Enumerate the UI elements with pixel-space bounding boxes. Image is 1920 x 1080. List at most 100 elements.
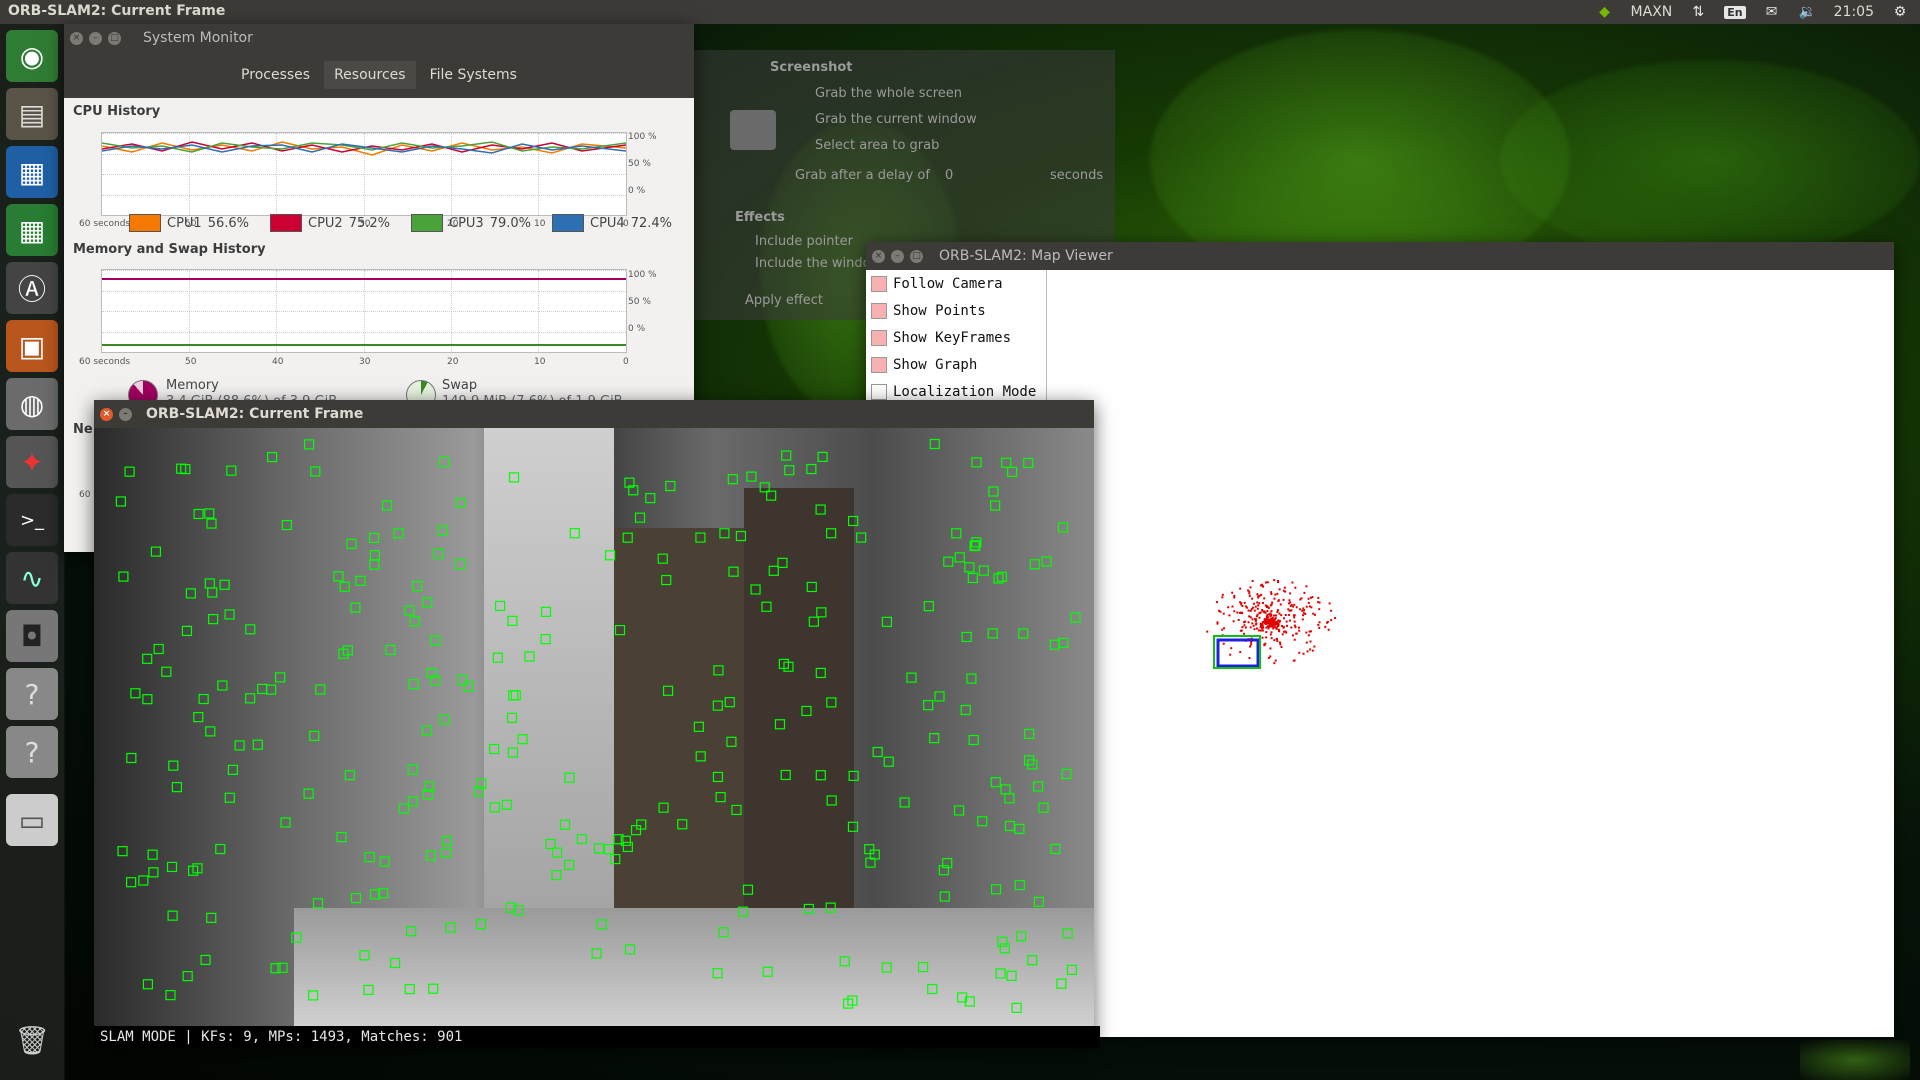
orb-feature xyxy=(564,772,575,783)
map-point xyxy=(1252,602,1255,605)
orb-feature xyxy=(117,846,128,857)
delay-input[interactable]: 0 xyxy=(945,168,953,183)
map-point xyxy=(1264,604,1267,607)
orb-feature xyxy=(943,556,954,567)
grab-option[interactable]: Select area to grab xyxy=(815,138,939,153)
orb-feature xyxy=(507,747,518,758)
clock[interactable]: 21:05 xyxy=(1834,4,1874,20)
maximize-icon[interactable]: □ xyxy=(108,31,121,45)
files-icon[interactable]: ▤ xyxy=(6,88,58,140)
memory-history-header: Memory and Swap History xyxy=(73,242,266,257)
system-monitor-icon[interactable]: ∿ xyxy=(6,552,58,604)
map-point xyxy=(1284,590,1287,593)
unknown-app-icon[interactable]: ? xyxy=(6,726,58,778)
orb-feature xyxy=(336,831,347,843)
minimize-icon[interactable]: – xyxy=(119,407,132,421)
current-frame-titlebar[interactable]: × – ORB-SLAM2: Current Frame xyxy=(94,400,1094,428)
cpu3-legend[interactable]: CPU3 79.0% xyxy=(411,214,531,232)
close-icon[interactable]: × xyxy=(70,31,83,45)
mail-icon[interactable]: ✉ xyxy=(1762,3,1782,21)
orb-feature xyxy=(291,932,302,943)
power-mode[interactable]: MAXN xyxy=(1631,4,1673,20)
network-icon[interactable]: ⇅ xyxy=(1688,3,1708,21)
drive-icon[interactable]: ▭ xyxy=(6,794,58,846)
orb-feature xyxy=(234,740,245,751)
ubuntu-dash-icon[interactable]: ◉ xyxy=(6,30,58,82)
close-icon[interactable]: × xyxy=(872,249,885,263)
trash-icon[interactable]: 🗑 xyxy=(6,1014,58,1066)
software-center-icon[interactable]: ◍ xyxy=(6,378,58,430)
maximize-icon[interactable]: □ xyxy=(910,249,923,263)
software-updater-icon[interactable]: Ⓐ xyxy=(6,262,58,314)
orb-feature xyxy=(951,528,962,539)
x-tick: 60 seconds xyxy=(79,219,131,229)
orb-feature xyxy=(954,552,965,563)
close-icon[interactable]: × xyxy=(100,407,113,421)
map-point xyxy=(1273,639,1276,642)
orb-feature xyxy=(826,697,837,708)
minimize-icon[interactable]: – xyxy=(89,31,102,45)
orb-feature xyxy=(508,690,519,701)
volume-icon[interactable]: 🔉 xyxy=(1798,3,1818,21)
orb-feature xyxy=(475,919,487,930)
map-point xyxy=(1239,651,1242,654)
orb-feature xyxy=(369,559,380,570)
gear-icon[interactable]: ⚙ xyxy=(1890,3,1910,21)
orb-feature xyxy=(1011,1002,1022,1013)
cpu-lines xyxy=(102,141,626,156)
orb-feature xyxy=(257,683,268,695)
cpu3-swatch[interactable] xyxy=(411,214,443,232)
writer-icon[interactable]: ▦ xyxy=(6,146,58,198)
grab-option[interactable]: Grab the current window xyxy=(815,112,977,127)
orb-feature xyxy=(407,796,418,807)
x-tick: 20 xyxy=(447,357,459,367)
orb-feature xyxy=(968,734,979,746)
minimize-icon[interactable]: – xyxy=(891,249,904,263)
map-point xyxy=(1265,626,1268,629)
sysmon-titlebar[interactable]: × – □ System Monitor xyxy=(64,24,694,52)
map-point xyxy=(1330,609,1333,612)
system-settings-icon[interactable]: ✦ xyxy=(6,436,58,488)
map-point xyxy=(1253,628,1256,631)
orb-feature xyxy=(872,746,883,758)
map-point xyxy=(1318,626,1321,629)
map-point xyxy=(1270,591,1273,594)
orb-feature xyxy=(762,966,773,977)
tab-processes[interactable]: Processes xyxy=(231,61,320,89)
nvidia-icon[interactable]: ◆ xyxy=(1595,3,1615,21)
screenshot-icon[interactable]: ◘ xyxy=(6,610,58,662)
apply-effect[interactable]: Apply effect xyxy=(745,293,823,308)
orb-feature xyxy=(559,819,571,830)
orb-feature xyxy=(1029,559,1040,570)
wallpaper-glow xyxy=(1500,60,1920,260)
grab-option[interactable]: Grab the whole screen xyxy=(815,86,962,101)
map-point xyxy=(1257,629,1260,632)
map-point xyxy=(1305,605,1308,608)
cpu1-swatch[interactable] xyxy=(129,214,161,232)
map-point xyxy=(1255,627,1258,630)
orb-feature xyxy=(406,926,417,937)
impress-icon[interactable]: ▣ xyxy=(6,320,58,372)
map-point xyxy=(1293,616,1296,619)
cpu1-legend[interactable]: CPU1 56.6% xyxy=(129,214,249,232)
effect-option[interactable]: Include pointer xyxy=(755,234,853,249)
map-viewer-titlebar[interactable]: × – □ ORB-SLAM2: Map Viewer xyxy=(866,242,1894,270)
orb-feature xyxy=(1004,793,1015,804)
cpu4-legend[interactable]: CPU4 72.4% xyxy=(552,214,672,232)
swap-line xyxy=(102,344,626,346)
map-point xyxy=(1263,643,1266,646)
tab-file-systems[interactable]: File Systems xyxy=(420,61,527,89)
map-point xyxy=(1250,643,1253,646)
map-point xyxy=(1266,617,1269,620)
terminal-icon[interactable]: >_ xyxy=(6,494,58,546)
map-point xyxy=(1291,634,1294,637)
keyboard-language[interactable]: En xyxy=(1724,5,1746,19)
cpu4-swatch[interactable] xyxy=(552,214,584,232)
map-point xyxy=(1318,608,1321,611)
tab-resources[interactable]: Resources xyxy=(324,61,416,89)
unknown-app-icon[interactable]: ? xyxy=(6,668,58,720)
calc-icon[interactable]: ▦ xyxy=(6,204,58,256)
map-point xyxy=(1311,649,1314,652)
cpu2-legend[interactable]: CPU2 75.2% xyxy=(270,214,390,232)
cpu2-swatch[interactable] xyxy=(270,214,302,232)
